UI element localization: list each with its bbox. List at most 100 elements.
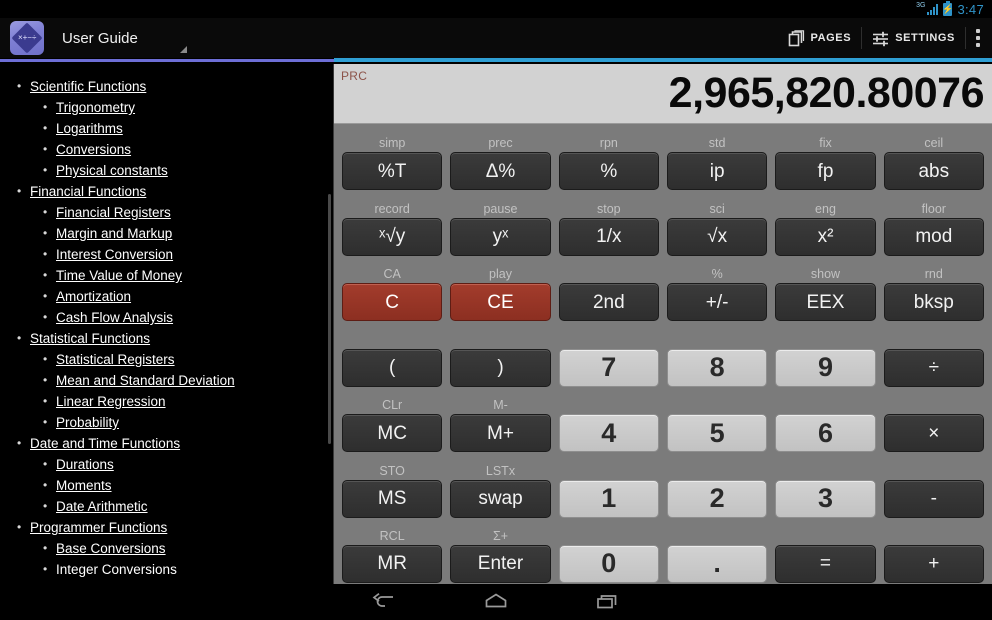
key-enter[interactable]: Enter xyxy=(450,544,551,583)
key-6[interactable]: 6 xyxy=(775,414,876,453)
key-shift-label xyxy=(715,464,718,479)
toc-link-statistical-functions[interactable]: Statistical Functions xyxy=(30,331,150,346)
toc-item: Cash Flow Analysis xyxy=(43,307,333,328)
key-1x[interactable]: 1/x xyxy=(558,217,659,256)
key-shift-label: std xyxy=(708,136,726,151)
toc-link-logarithms[interactable]: Logarithms xyxy=(56,121,123,136)
nav-recents-button[interactable] xyxy=(592,590,624,614)
toc-section: Programmer Functions Base Conversions In… xyxy=(17,517,333,580)
sidebar-scrollbar[interactable] xyxy=(328,194,331,444)
toc-link-date-arithmetic[interactable]: Date Arithmetic xyxy=(56,499,148,514)
toc-link-amortization[interactable]: Amortization xyxy=(56,289,131,304)
toc-link-integer-conversions[interactable]: Integer Conversions xyxy=(56,562,177,577)
keypad-cell: × xyxy=(880,389,988,454)
key-0[interactable]: 0 xyxy=(558,544,659,583)
key-shift-label xyxy=(932,464,935,479)
toc-link-physical-constants[interactable]: Physical constants xyxy=(56,163,168,178)
toc-link-interest-conversion[interactable]: Interest Conversion xyxy=(56,247,173,262)
key-ip[interactable]: ip xyxy=(666,152,768,191)
key-abs[interactable]: abs xyxy=(883,152,984,191)
key-[interactable]: × xyxy=(883,414,984,453)
guide-sidebar[interactable]: Scientific Functions Trigonometry Logari… xyxy=(0,64,334,590)
key-ce[interactable]: CE xyxy=(450,283,551,322)
toc-link-mean-and-standard-deviation[interactable]: Mean and Standard Deviation xyxy=(56,373,235,388)
toc-link-time-value-of-money[interactable]: Time Value of Money xyxy=(56,268,182,283)
key-[interactable]: +/- xyxy=(666,283,768,322)
toc-link-date-and-time-functions[interactable]: Date and Time Functions xyxy=(30,436,180,451)
toc-link-trigonometry[interactable]: Trigonometry xyxy=(56,100,135,115)
key-shift-label xyxy=(824,464,827,479)
toc-link-probability[interactable]: Probability xyxy=(56,415,119,430)
key-[interactable]: ) xyxy=(450,348,551,387)
key-x[interactable]: √x xyxy=(666,217,768,256)
key-2nd[interactable]: 2nd xyxy=(558,283,659,322)
key-fp[interactable]: fp xyxy=(775,152,876,191)
key-1[interactable]: 1 xyxy=(558,479,659,518)
key-3[interactable]: 3 xyxy=(775,479,876,518)
toc-link-financial-registers[interactable]: Financial Registers xyxy=(56,205,171,220)
key-eex[interactable]: EEX xyxy=(775,283,876,322)
keypad-row: RCL MR Σ+ Enter 0 . = + xyxy=(338,520,988,585)
toc-link-financial-functions[interactable]: Financial Functions xyxy=(30,184,146,199)
key-x[interactable]: x² xyxy=(775,217,876,256)
key-5[interactable]: 5 xyxy=(666,414,768,453)
key-[interactable]: . xyxy=(666,544,768,583)
key-[interactable]: Δ% xyxy=(450,152,551,191)
key-7[interactable]: 7 xyxy=(558,348,659,387)
toc-link-statistical-registers[interactable]: Statistical Registers xyxy=(56,352,175,367)
key-2[interactable]: 2 xyxy=(666,479,768,518)
spinner-caret-icon[interactable] xyxy=(180,46,187,53)
key-mod[interactable]: mod xyxy=(883,217,984,256)
toc-item: Trigonometry xyxy=(43,97,333,118)
key-[interactable]: ( xyxy=(342,348,443,387)
keypad-cell: 4 xyxy=(555,389,663,454)
overflow-menu-button[interactable] xyxy=(966,18,992,58)
toc-item: Integer Conversions xyxy=(43,559,333,580)
toc-link-scientific-functions[interactable]: Scientific Functions xyxy=(30,79,146,94)
key-mc[interactable]: MC xyxy=(342,414,443,453)
pages-button[interactable]: PAGES xyxy=(778,18,861,58)
toc-link-conversions[interactable]: Conversions xyxy=(56,142,131,157)
settings-button[interactable]: SETTINGS xyxy=(862,18,965,58)
keypad-cell: Σ+ Enter xyxy=(446,520,554,585)
key-[interactable]: % xyxy=(558,152,659,191)
keypad-cell: fix fp xyxy=(771,127,879,192)
key-c[interactable]: C xyxy=(342,283,443,322)
toc-item: Physical constants xyxy=(43,160,333,181)
key-[interactable]: - xyxy=(883,479,984,518)
key-swap[interactable]: swap xyxy=(450,479,551,518)
key-m[interactable]: M+ xyxy=(450,414,551,453)
toc-link-programmer-functions[interactable]: Programmer Functions xyxy=(30,520,167,535)
nav-back-button[interactable] xyxy=(368,590,400,614)
toc-link-cash-flow-analysis[interactable]: Cash Flow Analysis xyxy=(56,310,173,325)
keypad-cell: . xyxy=(663,520,771,585)
key-t[interactable]: %T xyxy=(342,152,443,191)
key-4[interactable]: 4 xyxy=(558,414,659,453)
key-[interactable]: ÷ xyxy=(883,348,984,387)
keypad-cell: pause yˣ xyxy=(446,192,554,257)
key-9[interactable]: 9 xyxy=(775,348,876,387)
keypad-row: CA Cplay CE 2nd% +/- show EEX rnd bksp xyxy=(338,258,988,323)
toc-link-moments[interactable]: Moments xyxy=(56,478,112,493)
keypad-cell: play CE xyxy=(446,258,554,323)
app-icon[interactable]: ×+−÷ xyxy=(10,21,44,55)
toc-link-margin-and-markup[interactable]: Margin and Markup xyxy=(56,226,172,241)
key-8[interactable]: 8 xyxy=(666,348,768,387)
keypad-cell: - xyxy=(880,454,988,519)
key-shift-label xyxy=(824,398,827,413)
page-title: User Guide xyxy=(62,29,138,47)
key-shift-label: LSTx xyxy=(485,463,516,478)
key-[interactable]: = xyxy=(775,544,876,583)
key-y[interactable]: yˣ xyxy=(450,217,551,256)
key-mr[interactable]: MR xyxy=(342,544,443,583)
toc-link-durations[interactable]: Durations xyxy=(56,457,114,472)
key-bksp[interactable]: bksp xyxy=(883,283,984,322)
key-y[interactable]: ˣ√y xyxy=(342,217,443,256)
toc-link-base-conversions[interactable]: Base Conversions xyxy=(56,541,166,556)
key-ms[interactable]: MS xyxy=(342,479,443,518)
toc-link-linear-regression[interactable]: Linear Regression xyxy=(56,394,166,409)
nav-home-button[interactable] xyxy=(480,590,512,614)
toc-section: Scientific Functions Trigonometry Logari… xyxy=(17,76,333,181)
key-shift-label: eng xyxy=(815,201,836,216)
key-[interactable]: + xyxy=(883,544,984,583)
